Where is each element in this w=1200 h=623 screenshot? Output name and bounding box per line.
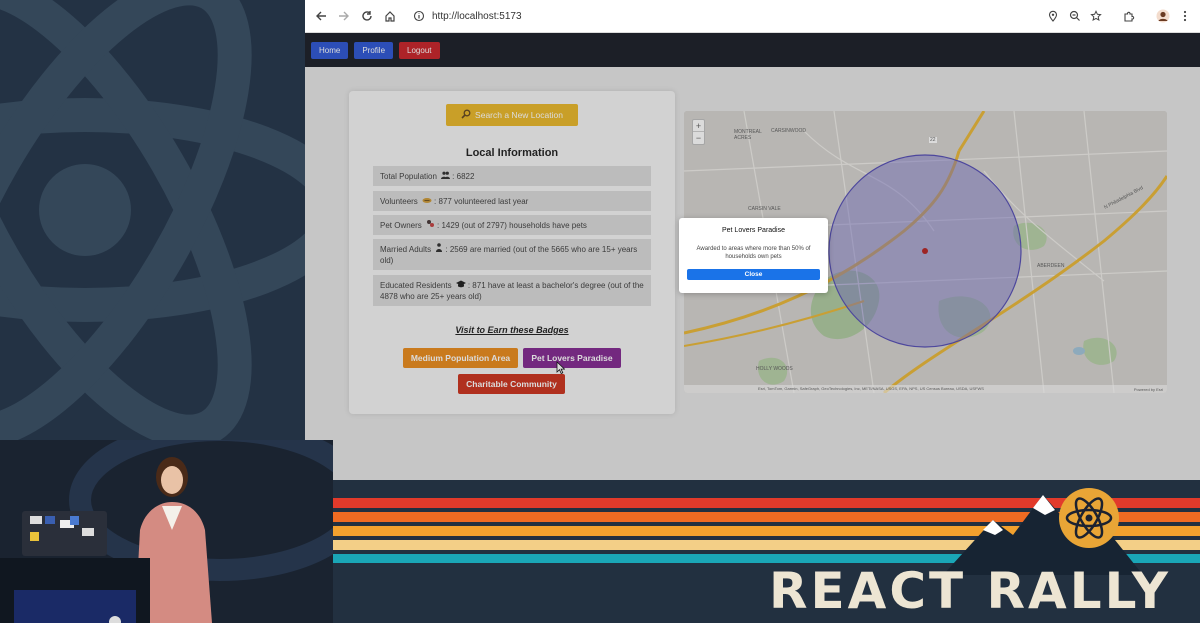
zoom-icon[interactable] <box>1067 8 1083 24</box>
speaker-video <box>0 440 333 623</box>
browser-window: http://localhost:5173 Home Profile Logou… <box>305 0 1200 480</box>
star-icon[interactable] <box>1088 8 1104 24</box>
react-atom-logo <box>0 0 305 440</box>
react-rally-title: REACT RALLY <box>769 562 1171 620</box>
browser-toolbar: http://localhost:5173 <box>305 0 1200 33</box>
modal-description: Awarded to areas where more than 50% of … <box>696 246 811 260</box>
react-rally-banner: REACT RALLY <box>333 480 1200 623</box>
modal-close-button[interactable]: Close <box>687 269 820 280</box>
badge-modal: Pet Lovers Paradise Awarded to areas whe… <box>679 218 828 293</box>
app-page: Home Profile Logout Search a New Locatio… <box>305 33 1200 480</box>
reload-icon[interactable] <box>359 8 375 24</box>
speaker-scene <box>0 440 333 623</box>
more-menu-icon[interactable] <box>1177 8 1193 24</box>
location-pin-icon[interactable] <box>1045 8 1061 24</box>
extensions-icon[interactable] <box>1121 8 1137 24</box>
address-bar[interactable]: http://localhost:5173 <box>432 11 522 22</box>
info-icon[interactable] <box>411 8 427 24</box>
forward-arrow-icon[interactable] <box>336 8 352 24</box>
home-icon[interactable] <box>382 8 398 24</box>
modal-title: Pet Lovers Paradise <box>721 227 786 234</box>
react-logo-background <box>0 0 305 440</box>
profile-avatar[interactable] <box>1155 8 1171 24</box>
back-arrow-icon[interactable] <box>313 8 329 24</box>
